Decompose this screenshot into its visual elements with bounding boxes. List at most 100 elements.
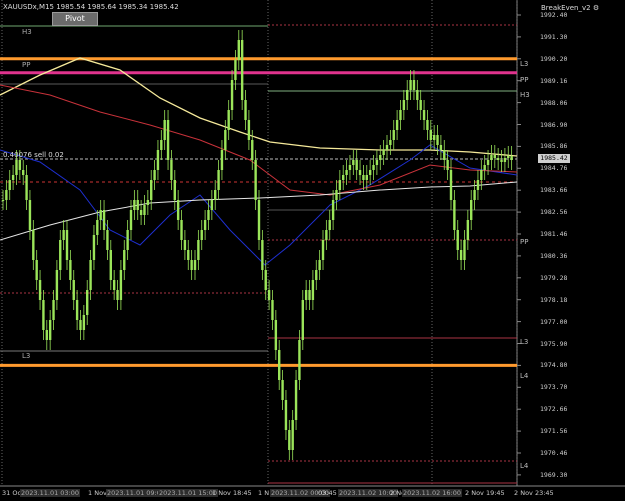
candle-body	[304, 290, 308, 300]
candle-body	[281, 380, 284, 400]
candle-body	[432, 135, 436, 140]
candle-body	[143, 205, 146, 215]
candle-body	[55, 270, 59, 300]
candle-body	[490, 155, 493, 160]
candle-body	[112, 280, 116, 290]
candle-body	[234, 60, 237, 80]
candle-body	[426, 120, 429, 130]
right-h3-label: H3	[520, 91, 530, 99]
candle-body	[503, 158, 507, 162]
candle-body	[278, 350, 281, 380]
price-axis-label: 1977.00	[540, 317, 568, 326]
candle-body	[294, 380, 298, 420]
candle-body	[419, 100, 422, 110]
candle-body	[8, 180, 11, 190]
candle-body	[362, 175, 365, 180]
candle-body	[338, 180, 342, 190]
ma-red	[0, 84, 518, 196]
candle-body	[38, 280, 42, 300]
candle-body	[166, 120, 170, 160]
pivot-button[interactable]: Pivot	[52, 12, 98, 26]
right-l3-label: L3	[520, 338, 529, 346]
candle-body	[328, 220, 331, 230]
candle-body	[173, 180, 176, 200]
candle-body	[75, 300, 79, 320]
time-axis-label: 2023.11.02 16:00	[402, 489, 463, 497]
price-chart[interactable]	[0, 0, 625, 501]
time-axis-label: 2 Nov 23:45	[514, 489, 554, 497]
candle-body	[106, 230, 109, 250]
candle-body	[217, 170, 220, 190]
candle-body	[82, 315, 86, 330]
candle-body	[254, 160, 257, 200]
price-axis-label: 1988.06	[540, 98, 568, 107]
price-axis-label: 1990.20	[540, 54, 568, 63]
candle-body	[180, 220, 183, 240]
price-axis-label: 1970.46	[540, 449, 568, 457]
candle-body	[146, 200, 150, 205]
candle-body	[160, 140, 163, 150]
candle-body	[65, 230, 69, 260]
candle-body	[348, 165, 352, 170]
candle-body	[392, 130, 395, 140]
candle-body	[11, 175, 15, 180]
price-axis-label: 1974.80	[540, 361, 568, 370]
right-pp-label: PP	[520, 238, 529, 246]
candle-body	[331, 200, 335, 220]
candle-body	[163, 120, 166, 140]
candle-body	[79, 320, 82, 330]
candle-body	[446, 160, 449, 170]
candle-body	[311, 280, 315, 300]
candle-body	[422, 110, 426, 120]
candle-body	[197, 240, 200, 260]
candle-body	[220, 150, 224, 170]
price-axis-label: 1992.40	[540, 11, 568, 19]
candle-body	[321, 240, 325, 260]
candle-body	[476, 180, 480, 190]
candle-body	[18, 160, 22, 170]
candle-body	[207, 210, 210, 220]
candle-body	[251, 140, 254, 160]
candle-body	[99, 210, 102, 220]
price-axis-label: 1983.66	[540, 186, 568, 195]
time-axis-label: 03:45	[318, 489, 337, 497]
candle-body	[210, 200, 214, 210]
candle-body	[395, 120, 399, 130]
price-axis-label: 1984.76	[540, 164, 568, 173]
candle-body	[456, 230, 459, 250]
candle-body	[42, 300, 45, 330]
candle-body	[62, 230, 65, 240]
candle-body	[69, 260, 72, 280]
candle-body	[271, 300, 274, 320]
candle-body	[28, 200, 32, 230]
candle-body	[203, 220, 207, 230]
candle-body	[5, 190, 8, 200]
time-axis-label: 1 N	[258, 489, 270, 497]
price-axis-label: 1991.30	[540, 32, 568, 41]
chart-window[interactable]: XAUUSDx,M15 1985.54 1985.64 1985.34 1985…	[0, 0, 625, 501]
candle-body	[48, 320, 52, 340]
candle-body	[45, 330, 48, 340]
price-axis-label: 1980.36	[540, 251, 568, 260]
candle-body	[261, 240, 264, 270]
candle-body	[96, 220, 99, 235]
candle-body	[382, 150, 385, 155]
candle-body	[365, 175, 368, 180]
candle-body	[230, 80, 234, 110]
candle-body	[267, 290, 271, 300]
candle-body	[139, 210, 143, 215]
candle-body	[335, 190, 338, 200]
candle-body	[368, 170, 372, 175]
price-axis-label: 1969.30	[540, 470, 568, 479]
candle-body	[406, 90, 409, 100]
candle-body	[291, 420, 294, 450]
gear-icon[interactable]: ⚙	[593, 4, 599, 12]
candle-body	[493, 155, 496, 158]
candle-body	[22, 170, 25, 175]
candle-body	[355, 160, 358, 170]
price-axis-label: 1981.46	[540, 230, 568, 238]
candle-body	[214, 190, 217, 200]
price-axis-label: 1975.90	[540, 339, 568, 348]
candle-body	[298, 340, 301, 380]
candle-body	[183, 240, 187, 250]
